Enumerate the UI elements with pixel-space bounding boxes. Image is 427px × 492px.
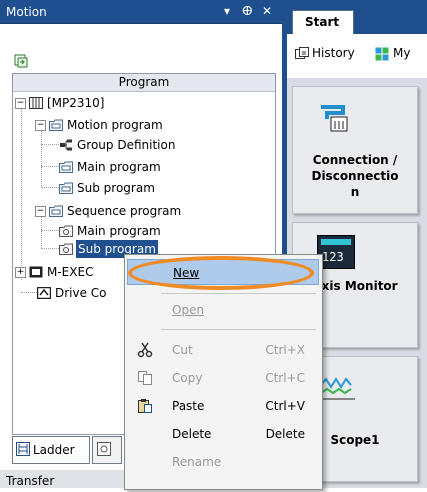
sequence-tab-icon [97, 442, 111, 456]
tab-other[interactable] [92, 436, 122, 464]
tile-label: Connection / [312, 153, 398, 167]
controller-icon [29, 97, 43, 109]
tree-line [41, 130, 42, 188]
menu-item-shortcut: Delete [265, 427, 305, 441]
menu-item-label: Delete [172, 427, 212, 441]
connection-icon [321, 105, 348, 132]
menu-item-rename[interactable]: Rename [127, 449, 319, 475]
collapse-icon[interactable]: − [15, 98, 26, 109]
panel-toolbar [0, 24, 282, 68]
axis-monitor-number: 123 [322, 250, 344, 264]
menu-separator [161, 329, 316, 330]
panel-title-bar: Motion ▾ ⴲ ✕ [0, 0, 282, 24]
tree-line [41, 248, 59, 249]
history-icon [295, 47, 309, 59]
tree-line [41, 230, 59, 231]
folder-icon [59, 161, 73, 173]
tree-item-label: Drive Co [55, 286, 107, 300]
sequence-folder-icon [59, 243, 73, 255]
tile-label: n [350, 185, 360, 199]
collapse-icon[interactable]: − [35, 120, 46, 131]
tree-line [41, 187, 59, 188]
drive-control-icon [37, 287, 51, 299]
start-toolbar: History My [287, 34, 427, 78]
tree-line [21, 108, 22, 280]
menu-item-paste[interactable]: Paste Ctrl+V [127, 393, 319, 419]
menu-item-delete[interactable]: Delete Delete [127, 421, 319, 447]
panel-title: Motion [6, 5, 47, 19]
group-definition-icon [60, 139, 72, 151]
tree-item-label: Main program [77, 224, 161, 238]
menu-item-shortcut: Ctrl+V [265, 399, 305, 413]
tree-line [41, 144, 59, 145]
collapse-icon[interactable]: − [35, 206, 46, 217]
my-button[interactable]: My [393, 46, 410, 60]
tree-line [41, 216, 42, 248]
tab-label: Ladder [33, 443, 75, 457]
tree-item-label: M-EXEC [47, 265, 94, 279]
close-icon[interactable]: ✕ [262, 4, 272, 18]
tab-start[interactable]: Start [292, 10, 354, 34]
tree-line [41, 166, 59, 167]
menu-item-shortcut: Ctrl+X [265, 343, 305, 357]
menu-item-shortcut: Ctrl+C [265, 371, 305, 385]
tree-item-label: Sequence program [67, 204, 182, 218]
tile-label: Disconnectio [311, 169, 399, 183]
program-view-icon[interactable] [14, 54, 28, 68]
menu-item-label: Rename [172, 455, 222, 469]
tree-item-label: Sub program [77, 181, 155, 195]
menu-separator [161, 293, 316, 294]
pin-icon[interactable]: ⴲ [242, 4, 253, 18]
m-exec-icon [29, 266, 43, 278]
tree-item-label: Group Definition [77, 138, 176, 152]
tree-line [21, 292, 37, 293]
menu-item-copy[interactable]: Copy Ctrl+C [127, 365, 319, 391]
menu-item-cut[interactable]: Cut Ctrl+X [127, 337, 319, 363]
menu-item-open[interactable]: Open [127, 297, 319, 323]
copy-icon [138, 371, 152, 385]
window-position-icon[interactable]: ▾ [224, 4, 230, 18]
connection-tile[interactable]: Connection / Disconnectio n [292, 86, 418, 214]
tree-item-label: Main program [77, 160, 161, 174]
menu-item-label: Paste [172, 399, 205, 413]
menu-item-label: Copy [172, 371, 203, 385]
folder-icon [49, 119, 63, 131]
tree-header: Program [13, 74, 275, 92]
expand-icon[interactable]: + [15, 267, 26, 278]
tab-ladder[interactable]: Ladder [12, 436, 90, 464]
folder-icon [59, 182, 73, 194]
menu-item-label: Open [172, 303, 205, 317]
folder-icon [49, 205, 63, 217]
scissors-icon [137, 342, 153, 358]
history-button[interactable]: History [312, 46, 355, 60]
paste-icon [138, 399, 152, 413]
sequence-folder-icon [59, 225, 73, 237]
annotation-highlight-ring [128, 256, 314, 290]
menu-item-label: Cut [172, 343, 193, 357]
ladder-icon [16, 442, 30, 456]
my-icon [375, 47, 389, 61]
scope-icon [318, 373, 355, 400]
tree-item-label: Motion program [67, 118, 163, 132]
tree-item-label: [MP2310] [47, 96, 105, 110]
